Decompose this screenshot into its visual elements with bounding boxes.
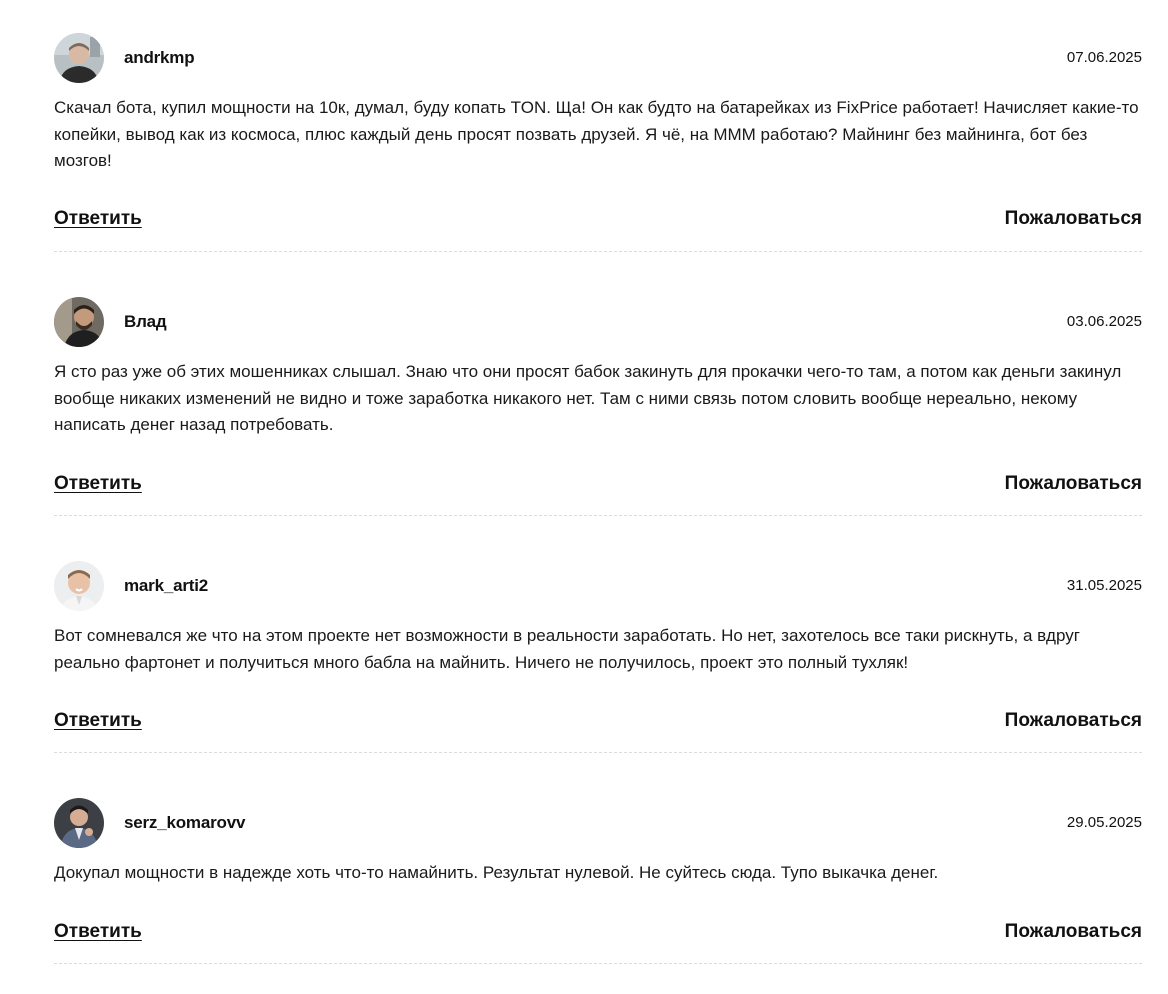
- comment-username: serz_komarovv: [124, 813, 246, 832]
- comment-date: 29.05.2025: [1066, 814, 1142, 831]
- report-link[interactable]: Пожаловаться: [1005, 709, 1142, 733]
- report-link[interactable]: Пожаловаться: [1005, 472, 1142, 496]
- reply-link[interactable]: Ответить: [54, 207, 142, 231]
- comment-actions: Ответить Пожаловаться: [54, 920, 1142, 946]
- comment-text: Я сто раз уже об этих мошенниках слышал.…: [54, 362, 1122, 434]
- comment-divider: [54, 515, 1142, 516]
- comment-date: 07.06.2025: [1066, 49, 1142, 66]
- comment-actions: Ответить Пожаловаться: [54, 472, 1142, 498]
- reply-link[interactable]: Ответить: [54, 709, 142, 733]
- report-link[interactable]: Пожаловаться: [1005, 207, 1142, 231]
- comment-header: mark_arti2 31.05.2025: [54, 561, 1142, 611]
- comment-divider: [54, 752, 1142, 753]
- comment-actions: Ответить Пожаловаться: [54, 207, 1142, 233]
- avatar: [54, 561, 104, 611]
- comment-actions: Ответить Пожаловаться: [54, 709, 1142, 735]
- reply-link[interactable]: Ответить: [54, 920, 142, 944]
- report-link[interactable]: Пожаловаться: [1005, 920, 1142, 944]
- comment-text: Вот сомневался же что на этом проекте не…: [54, 626, 1080, 672]
- comment-text: Скачал бота, купил мощности на 10к, дума…: [54, 98, 1139, 170]
- avatar: [54, 297, 104, 347]
- comment-header: Влад 03.06.2025: [54, 297, 1142, 347]
- comment-username: mark_arti2: [124, 576, 209, 595]
- comment-date: 31.05.2025: [1066, 577, 1142, 594]
- comment-username: andrkmp: [124, 48, 195, 67]
- comment-divider: [54, 963, 1142, 964]
- comment-text: Докупал мощности в надежде хоть что-то н…: [54, 863, 939, 882]
- comment-header: andrkmp 07.06.2025: [54, 33, 1142, 83]
- avatar: [54, 33, 104, 83]
- comment-divider: [54, 251, 1142, 252]
- comment-date: 03.06.2025: [1066, 313, 1142, 330]
- comment-username: Влад: [124, 312, 167, 331]
- reply-link[interactable]: Ответить: [54, 472, 142, 496]
- comment-header: serz_komarovv 29.05.2025: [54, 798, 1142, 848]
- comments-list: andrkmp 07.06.2025 Скачал бота, купил мо…: [0, 0, 1168, 994]
- avatar: [54, 798, 104, 848]
